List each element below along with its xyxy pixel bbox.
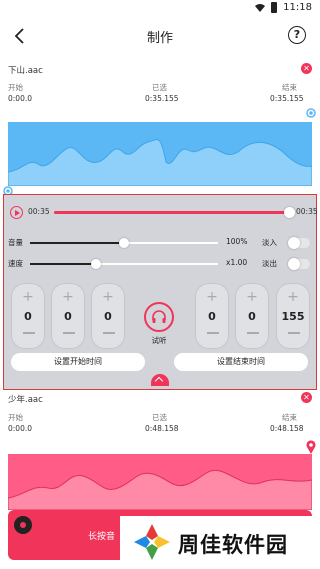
minus-icon[interactable] bbox=[207, 332, 219, 334]
volume-label: 音量 bbox=[8, 238, 23, 247]
end-millis-value: 155 bbox=[281, 310, 305, 323]
record-label: 长按音 bbox=[88, 532, 116, 542]
volume-slider-knob[interactable] bbox=[119, 238, 129, 248]
current-time: 00:35 bbox=[28, 207, 50, 216]
start-millis-stepper[interactable]: + 0 bbox=[91, 283, 125, 349]
headphones-icon bbox=[152, 310, 166, 323]
end-seconds-value: 0 bbox=[248, 310, 256, 323]
fade-in-toggle[interactable] bbox=[288, 237, 310, 249]
collapse-panel-icon[interactable] bbox=[151, 374, 169, 386]
battery-icon bbox=[271, 2, 278, 13]
minus-icon[interactable] bbox=[63, 332, 75, 334]
minus-icon[interactable] bbox=[103, 332, 115, 334]
watermark-logo-icon bbox=[134, 524, 170, 560]
track2-start-value: 0:00.0 bbox=[8, 424, 32, 433]
set-start-time-button[interactable]: 设置开始时间 bbox=[11, 353, 145, 371]
track1-start-value: 0:00.0 bbox=[8, 94, 32, 103]
set-end-time-button[interactable]: 设置结束时间 bbox=[174, 353, 308, 371]
minus-icon[interactable] bbox=[288, 332, 300, 334]
track1-filename: 下山.aac bbox=[8, 66, 43, 76]
track1-end-marker-icon[interactable] bbox=[306, 108, 316, 118]
plus-icon[interactable]: + bbox=[92, 289, 124, 305]
end-millis-stepper[interactable]: + 155 bbox=[276, 283, 310, 349]
track2-remove-icon[interactable]: ✕ bbox=[301, 392, 312, 403]
plus-icon[interactable]: + bbox=[236, 289, 268, 305]
track1-selected-label: 已选 bbox=[152, 83, 167, 92]
status-bar: 11:18 bbox=[0, 0, 320, 18]
page-title: 制作 bbox=[146, 31, 173, 46]
record-icon bbox=[14, 516, 32, 534]
end-minutes-value: 0 bbox=[208, 310, 216, 323]
editor-panel: 00:35 00:35 音量 100% 淡入 速度 x1.00 淡出 + 0 +… bbox=[3, 194, 318, 390]
track1-waveform[interactable] bbox=[8, 122, 312, 186]
start-millis-value: 0 bbox=[104, 310, 112, 323]
track1-start-label: 开始 bbox=[8, 83, 23, 92]
end-minutes-stepper[interactable]: + 0 bbox=[195, 283, 229, 349]
play-icon[interactable] bbox=[10, 206, 23, 219]
wifi-icon bbox=[255, 3, 266, 12]
playback-progress[interactable] bbox=[54, 207, 295, 218]
volume-value: 100% bbox=[226, 237, 248, 246]
track1-end-label: 结束 bbox=[282, 83, 297, 92]
volume-slider[interactable] bbox=[30, 238, 218, 248]
watermark: 周佳软件园 bbox=[120, 516, 320, 569]
track1-end-value: 0:35.155 bbox=[270, 94, 304, 103]
start-seconds-value: 0 bbox=[64, 310, 72, 323]
status-time: 11:18 bbox=[283, 2, 312, 13]
plus-icon[interactable]: + bbox=[12, 289, 44, 305]
speed-row: 速度 x1.00 淡出 bbox=[8, 258, 310, 270]
preview-label: 试听 bbox=[151, 336, 167, 345]
minus-icon[interactable] bbox=[23, 332, 35, 334]
speed-value: x1.00 bbox=[226, 258, 248, 267]
plus-icon[interactable]: + bbox=[52, 289, 84, 305]
track1-selected-value: 0:35.155 bbox=[145, 94, 179, 103]
minus-icon[interactable] bbox=[247, 332, 259, 334]
speed-slider[interactable] bbox=[30, 259, 218, 269]
nav-bar: 制作 ? bbox=[0, 18, 320, 54]
playback-progress-knob[interactable] bbox=[284, 207, 295, 218]
question-circle-icon[interactable]: ? bbox=[288, 26, 306, 44]
watermark-text: 周佳软件园 bbox=[178, 533, 288, 557]
fade-out-label: 淡出 bbox=[262, 259, 277, 268]
volume-slider-fill bbox=[30, 242, 124, 244]
start-seconds-stepper[interactable]: + 0 bbox=[51, 283, 85, 349]
speed-slider-knob[interactable] bbox=[90, 259, 101, 269]
track2-filename: 少年.aac bbox=[8, 395, 43, 405]
plus-icon[interactable]: + bbox=[196, 289, 228, 305]
track2-end-label: 结束 bbox=[282, 413, 297, 422]
playback-row: 00:35 00:35 bbox=[10, 206, 318, 220]
total-time: 00:35 bbox=[296, 207, 318, 216]
fade-in-label: 淡入 bbox=[262, 238, 277, 247]
start-minutes-value: 0 bbox=[24, 310, 32, 323]
end-seconds-stepper[interactable]: + 0 bbox=[235, 283, 269, 349]
start-minutes-stepper[interactable]: + 0 bbox=[11, 283, 45, 349]
track2-start-label: 开始 bbox=[8, 413, 23, 422]
plus-icon[interactable]: + bbox=[277, 289, 309, 305]
track2-waveform[interactable] bbox=[8, 454, 312, 510]
speed-slider-fill bbox=[30, 263, 96, 265]
volume-row: 音量 100% 淡入 bbox=[8, 237, 310, 249]
track2-end-marker-icon[interactable] bbox=[306, 440, 316, 454]
track2-end-value: 0:48.158 bbox=[270, 424, 304, 433]
track2-selected-label: 已选 bbox=[152, 413, 167, 422]
speed-label: 速度 bbox=[8, 259, 23, 268]
track1-remove-icon[interactable]: ✕ bbox=[301, 63, 312, 74]
preview-button[interactable] bbox=[144, 302, 174, 332]
fade-out-toggle[interactable] bbox=[288, 258, 310, 270]
track2-selected-value: 0:48.158 bbox=[145, 424, 179, 433]
